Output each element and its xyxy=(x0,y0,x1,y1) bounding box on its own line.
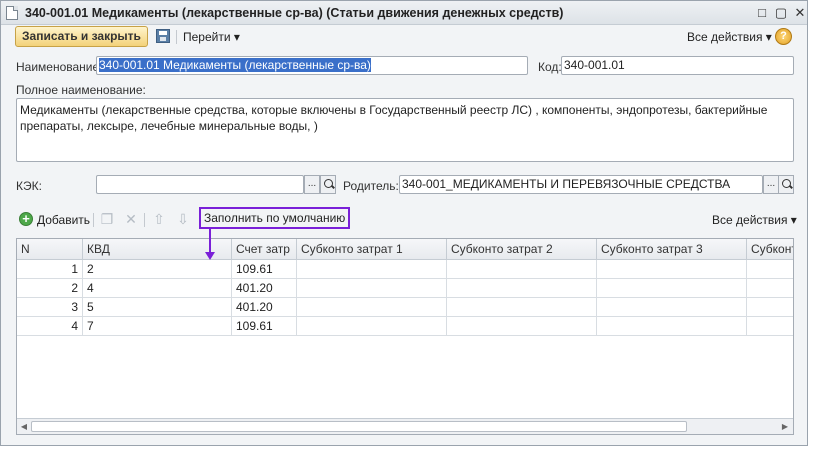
expenses-table[interactable]: N КВД Счет затр Субконто затрат 1 Субкон… xyxy=(16,238,794,435)
cell-account: 109.61 xyxy=(232,317,297,336)
code-field[interactable]: 340-001.01 xyxy=(561,56,794,75)
add-icon[interactable]: + xyxy=(19,212,33,226)
name-label: Наименование: xyxy=(16,60,103,74)
add-button[interactable]: Добавить xyxy=(37,213,90,227)
cell-subconto-1 xyxy=(297,279,447,298)
save-and-close-button[interactable]: Записать и закрыть xyxy=(15,26,148,47)
code-label: Код: xyxy=(538,60,562,74)
name-value: 340-001.01 Медикаменты (лекарственные ср… xyxy=(99,58,371,72)
cell-kvd: 5 xyxy=(83,298,232,317)
cell-kvd: 4 xyxy=(83,279,232,298)
annotation-arrow xyxy=(209,228,211,254)
horizontal-scrollbar[interactable]: ◀ ▶ xyxy=(17,418,793,434)
header-subconto-2[interactable]: Субконто затрат 2 xyxy=(447,239,597,260)
kek-search-icon[interactable] xyxy=(320,175,336,194)
parent-field[interactable]: 340-001_МЕДИКАМЕНТЫ И ПЕРЕВЯЗОЧНЫЕ СРЕДС… xyxy=(399,175,763,194)
cell-subconto-2 xyxy=(447,279,597,298)
cell-subconto-2 xyxy=(447,298,597,317)
fill-default-button[interactable]: Заполнить по умолчанию xyxy=(199,207,351,229)
table-row[interactable]: 4 7 109.61 xyxy=(17,317,793,336)
title-bar: 340-001.01 Медикаменты (лекарственные ср… xyxy=(1,1,807,25)
kek-picker-button[interactable]: ... xyxy=(304,175,320,194)
cell-subconto-4 xyxy=(747,317,793,336)
cell-kvd: 2 xyxy=(83,260,232,279)
maximize-button[interactable]: ▢ xyxy=(772,4,790,22)
kek-label: КЭК: xyxy=(16,179,42,193)
table-row[interactable]: 2 4 401.20 xyxy=(17,279,793,298)
help-icon[interactable]: ? xyxy=(775,28,792,45)
parent-search-icon[interactable] xyxy=(778,175,794,194)
goto-menu[interactable]: Перейти ▾ xyxy=(183,30,240,44)
toolbar-separator xyxy=(176,30,177,44)
table-all-actions-menu[interactable]: Все действия ▾ xyxy=(712,213,797,227)
kek-field[interactable] xyxy=(96,175,304,194)
cell-subconto-2 xyxy=(447,260,597,279)
fullname-textarea[interactable]: Медикаменты (лекарственные средства, кот… xyxy=(16,98,794,162)
all-actions-menu[interactable]: Все действия ▾ xyxy=(687,30,772,44)
annotation-arrow-head xyxy=(205,252,215,260)
scroll-right-icon[interactable]: ▶ xyxy=(779,421,791,433)
close-button[interactable]: ✕ xyxy=(791,4,809,22)
cell-subconto-3 xyxy=(597,260,747,279)
cell-subconto-1 xyxy=(297,317,447,336)
table-header: N КВД Счет затр Субконто затрат 1 Субкон… xyxy=(17,239,793,260)
scroll-left-icon[interactable]: ◀ xyxy=(18,421,30,433)
fullname-label: Полное наименование: xyxy=(16,83,146,97)
cell-n: 4 xyxy=(17,317,83,336)
cell-subconto-3 xyxy=(597,279,747,298)
delete-icon[interactable]: ✕ xyxy=(124,212,138,226)
restore-button[interactable]: □ xyxy=(753,4,771,22)
move-down-icon[interactable]: ⇩ xyxy=(176,212,190,226)
cell-kvd: 7 xyxy=(83,317,232,336)
cell-n: 3 xyxy=(17,298,83,317)
parent-label: Родитель: xyxy=(343,179,399,193)
table-row[interactable]: 1 2 109.61 xyxy=(17,260,793,279)
copy-icon[interactable]: ❐ xyxy=(100,212,114,226)
cell-n: 1 xyxy=(17,260,83,279)
table-toolbar: + Добавить ❐ ✕ ⇧ ⇩ Заполнить по умолчани… xyxy=(1,206,807,232)
cell-subconto-1 xyxy=(297,298,447,317)
form-window: 340-001.01 Медикаменты (лекарственные ср… xyxy=(0,0,808,446)
cell-subconto-3 xyxy=(597,317,747,336)
toolbar-separator xyxy=(93,213,94,227)
document-icon xyxy=(6,6,18,20)
main-toolbar: Записать и закрыть Перейти ▾ Все действи… xyxy=(1,25,807,51)
parent-picker-button[interactable]: ... xyxy=(763,175,779,194)
cell-account: 401.20 xyxy=(232,298,297,317)
header-n[interactable]: N xyxy=(17,239,83,260)
cell-subconto-4 xyxy=(747,260,793,279)
cell-subconto-4 xyxy=(747,298,793,317)
table-row[interactable]: 3 5 401.20 xyxy=(17,298,793,317)
cell-account: 401.20 xyxy=(232,279,297,298)
header-account[interactable]: Счет затр xyxy=(232,239,297,260)
name-field[interactable]: 340-001.01 Медикаменты (лекарственные ср… xyxy=(96,56,528,75)
cell-subconto-2 xyxy=(447,317,597,336)
header-subconto-3[interactable]: Субконто затрат 3 xyxy=(597,239,747,260)
cell-subconto-3 xyxy=(597,298,747,317)
scrollbar-thumb[interactable] xyxy=(31,421,687,432)
cell-subconto-4 xyxy=(747,279,793,298)
move-up-icon[interactable]: ⇧ xyxy=(152,212,166,226)
cell-n: 2 xyxy=(17,279,83,298)
toolbar-separator xyxy=(144,213,145,227)
window-title: 340-001.01 Медикаменты (лекарственные ср… xyxy=(25,6,564,20)
cell-account: 109.61 xyxy=(232,260,297,279)
header-subconto-4[interactable]: Субконто xyxy=(747,239,793,260)
save-icon[interactable] xyxy=(156,29,170,43)
header-subconto-1[interactable]: Субконто затрат 1 xyxy=(297,239,447,260)
cell-subconto-1 xyxy=(297,260,447,279)
